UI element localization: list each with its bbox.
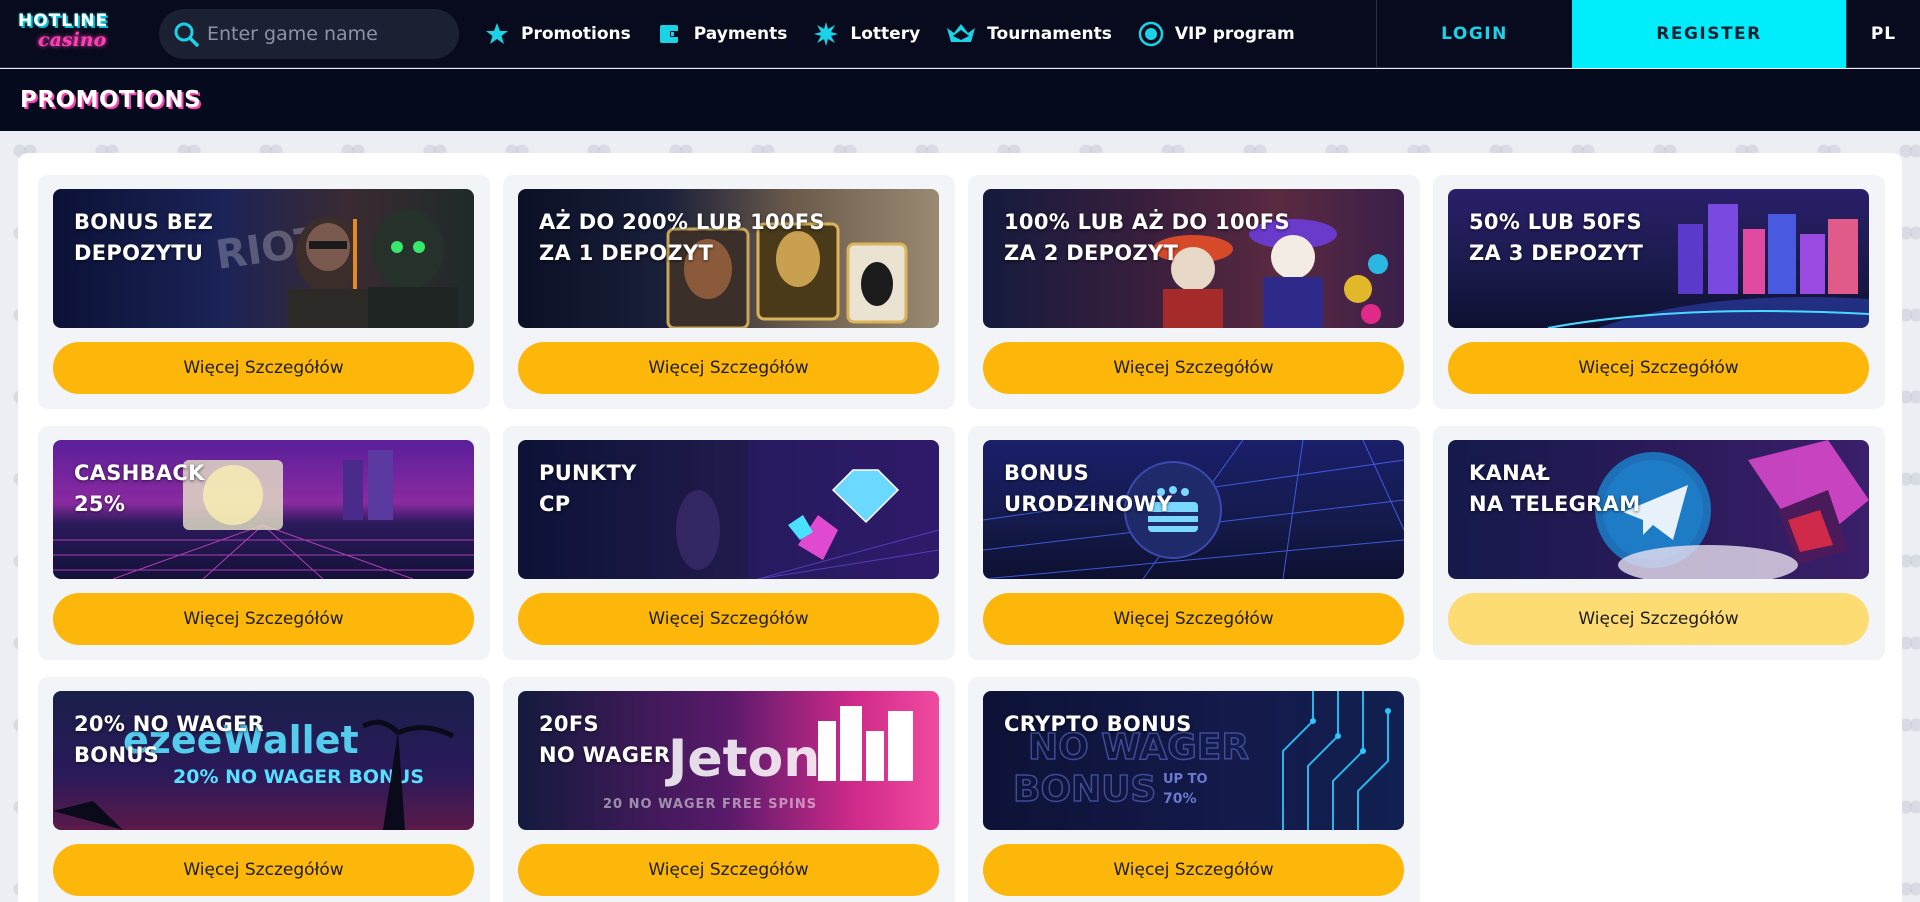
details-button[interactable]: Więcej Szczegółów <box>53 342 474 394</box>
crypto-art-text-3: UP TO <box>1163 772 1208 787</box>
promo-title: KANAŁ NA TELEGRAM <box>1469 461 1641 516</box>
crypto-art-text-4: 70% <box>1163 791 1197 807</box>
nav-tournaments[interactable]: Tournaments <box>946 21 1112 47</box>
nav-vip-program[interactable]: VIP program <box>1138 21 1295 47</box>
details-button[interactable]: Więcej Szczegółów <box>1448 593 1869 645</box>
svg-text:RIOT: RIOT <box>213 218 326 279</box>
crown-icon <box>946 21 976 47</box>
promotions-panel: RIOT BONUS BEZ DEPOZYTU Więcej Szczegółó… <box>18 153 1902 902</box>
crypto-art-text-2: BONUS <box>1013 769 1156 810</box>
promo-card-first-deposit: AŻ DO 200% LUB 100FS ZA 1 DEPOZYT Więcej… <box>503 175 955 409</box>
promo-title: BONUS BEZ DEPOZYTU <box>74 210 214 265</box>
details-button[interactable]: Więcej Szczegółów <box>518 342 939 394</box>
promo-banner[interactable]: BONUS URODZINOWY <box>983 440 1404 579</box>
jeton-tagline-text: 20 NO WAGER FREE SPINS <box>603 797 817 812</box>
details-button[interactable]: Więcej Szczegółów <box>53 844 474 896</box>
details-button[interactable]: Więcej Szczegółów <box>518 593 939 645</box>
details-button[interactable]: Więcej Szczegółów <box>518 844 939 896</box>
search-icon <box>173 21 199 47</box>
details-button[interactable]: Więcej Szczegółów <box>53 593 474 645</box>
jeton-logo-text: Jeton <box>665 729 820 789</box>
promo-title: 20FS NO WAGER <box>539 712 671 767</box>
promo-card-telegram: KANAŁ NA TELEGRAM Więcej Szczegółów <box>1433 426 1885 660</box>
top-navigation-bar: HOTLINE casino Promotions Payments Lotte… <box>0 0 1920 68</box>
nav-lottery-label: Lottery <box>850 24 921 44</box>
nav-lottery[interactable]: Lottery <box>813 21 920 47</box>
promo-card-cashback: CASHBACK 25% Więcej Szczegółów <box>38 426 490 660</box>
register-button[interactable]: REGISTER <box>1572 0 1846 68</box>
details-button[interactable]: Więcej Szczegółów <box>983 593 1404 645</box>
vip-gem-icon <box>1138 21 1164 47</box>
star-icon <box>484 21 510 47</box>
promo-card-ezeewallet: ezeeWallet 20% NO WAGER BONUS 20% NO WAG… <box>38 677 490 902</box>
promo-banner[interactable]: CASHBACK 25% <box>53 440 474 579</box>
promo-title: 20% NO WAGER BONUS <box>74 712 265 767</box>
logo-text-top: HOTLINE <box>18 11 109 31</box>
promo-card-second-deposit: 100% LUB AŻ DO 100FS ZA 2 DEPOZYT Więcej… <box>968 175 1420 409</box>
page-title-bar: PROMOTIONS <box>0 69 1920 131</box>
burst-icon <box>813 21 839 47</box>
promo-banner[interactable]: 100% LUB AŻ DO 100FS ZA 2 DEPOZYT <box>983 189 1404 328</box>
promo-title: CASHBACK 25% <box>74 461 205 516</box>
promo-banner[interactable]: 50% LUB 50FS ZA 3 DEPOZYT <box>1448 189 1869 328</box>
details-button[interactable]: Więcej Szczegółów <box>1448 342 1869 394</box>
promo-banner[interactable]: NO WAGER BONUS UP TO 70% CRYPTO BONUS <box>983 691 1404 830</box>
game-search-box[interactable] <box>159 9 459 59</box>
promo-banner[interactable]: KANAŁ NA TELEGRAM <box>1448 440 1869 579</box>
logo-text-bottom: casino <box>38 29 107 51</box>
nav-tournaments-label: Tournaments <box>987 24 1112 44</box>
nav-payments-label: Payments <box>693 24 788 44</box>
promo-title: BONUS URODZINOWY <box>1004 461 1173 516</box>
promo-banner[interactable]: Jeton 20 NO WAGER FREE SPINS 20FS NO WAG… <box>518 691 939 830</box>
nav-vip-program-label: VIP program <box>1174 24 1295 44</box>
promo-title: AŻ DO 200% LUB 100FS ZA 1 DEPOZYT <box>539 210 825 265</box>
details-button[interactable]: Więcej Szczegółów <box>983 844 1404 896</box>
nav-promotions[interactable]: Promotions <box>484 21 631 47</box>
promo-card-jeton: Jeton 20 NO WAGER FREE SPINS 20FS NO WAG… <box>503 677 955 902</box>
promo-title: PUNKTY CP <box>539 461 637 516</box>
promo-banner[interactable]: AŻ DO 200% LUB 100FS ZA 1 DEPOZYT <box>518 189 939 328</box>
promo-card-crypto: NO WAGER BONUS UP TO 70% CRYPTO BONUS Wi… <box>968 677 1420 902</box>
details-button[interactable]: Więcej Szczegółów <box>983 342 1404 394</box>
search-input[interactable] <box>207 23 447 45</box>
promo-banner[interactable]: PUNKTY CP <box>518 440 939 579</box>
promo-card-third-deposit: 50% LUB 50FS ZA 3 DEPOZYT Więcej Szczegó… <box>1433 175 1885 409</box>
main-nav: Promotions Payments Lottery Tournaments … <box>484 0 1321 68</box>
promo-title: 100% LUB AŻ DO 100FS ZA 2 DEPOZYT <box>1004 210 1290 265</box>
promo-banner[interactable]: RIOT BONUS BEZ DEPOZYTU <box>53 189 474 328</box>
promo-title: CRYPTO BONUS <box>1004 712 1192 736</box>
hotline-casino-logo[interactable]: HOTLINE casino <box>18 12 136 54</box>
nav-payments[interactable]: Payments <box>657 21 788 47</box>
page-title: PROMOTIONS <box>20 87 202 113</box>
language-selector[interactable]: PL <box>1846 0 1920 68</box>
promo-card-no-deposit: RIOT BONUS BEZ DEPOZYTU Więcej Szczegółó… <box>38 175 490 409</box>
promo-card-cp-points: PUNKTY CP Więcej Szczegółów <box>503 426 955 660</box>
promo-card-birthday: BONUS URODZINOWY Więcej Szczegółów <box>968 426 1420 660</box>
promo-title: 50% LUB 50FS ZA 3 DEPOZYT <box>1469 210 1644 265</box>
login-button[interactable]: LOGIN <box>1376 0 1572 68</box>
promo-banner[interactable]: ezeeWallet 20% NO WAGER BONUS 20% NO WAG… <box>53 691 474 830</box>
nav-promotions-label: Promotions <box>521 24 631 44</box>
wallet-icon <box>657 21 683 47</box>
